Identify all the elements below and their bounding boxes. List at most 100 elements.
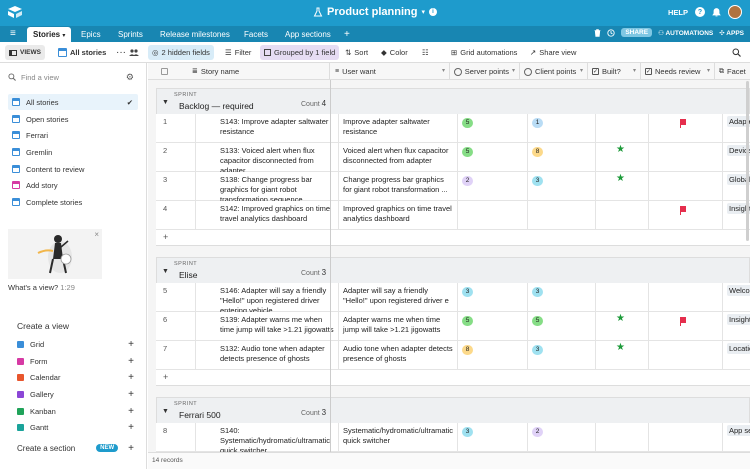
history-icon[interactable]: [607, 28, 615, 37]
cell-facet[interactable]: Location:: [723, 341, 750, 370]
cell-built[interactable]: ★: [596, 143, 649, 172]
tab-facets[interactable]: Facets: [238, 27, 274, 42]
cell-story-name[interactable]: S139: Adapter warns me when time jump wi…: [196, 312, 339, 341]
hamburger-icon[interactable]: ≡: [10, 28, 16, 39]
add-table-button[interactable]: +: [338, 27, 356, 42]
cell-facet[interactable]: Welcome: [723, 283, 750, 312]
create-section-button[interactable]: Create a section NEW +: [17, 441, 134, 455]
tab-app-sections[interactable]: App sections: [279, 27, 337, 42]
cell-needs-review[interactable]: [649, 201, 723, 230]
column-header-server-points[interactable]: Server points ▾: [450, 63, 520, 80]
cell-story-name[interactable]: S140: Systematic/hydromatic/ultramatic q…: [196, 423, 339, 452]
cell-user-want[interactable]: Audio tone when adapter detects presence…: [339, 341, 458, 370]
cell-built[interactable]: ★: [596, 341, 649, 370]
create-form-view[interactable]: Form +: [17, 354, 134, 368]
chevron-down-icon[interactable]: ▾: [633, 63, 636, 80]
cell-story-name[interactable]: S132: Audio tone when adapter detects pr…: [196, 341, 339, 370]
table-row[interactable]: 7 S132: Audio tone when adapter detects p…: [156, 341, 750, 370]
current-view-selector[interactable]: All stories: [54, 45, 110, 60]
table-row[interactable]: 4 S142: Improved graphics on time travel …: [156, 201, 750, 230]
create-kanban-view[interactable]: Kanban +: [17, 404, 134, 418]
cell-needs-review[interactable]: [649, 312, 723, 341]
cell-built[interactable]: [596, 283, 649, 312]
chevron-down-icon[interactable]: ▾: [512, 63, 515, 80]
cell-needs-review[interactable]: [649, 341, 723, 370]
create-grid-view[interactable]: Grid +: [17, 337, 134, 351]
sidebar-view-open-stories[interactable]: Open stories: [8, 111, 138, 127]
chevron-down-icon[interactable]: ▾: [580, 63, 583, 80]
cell-story-name[interactable]: S138: Change progress bar graphics for g…: [196, 172, 339, 201]
cell-server-points[interactable]: 3: [458, 283, 528, 312]
table-row[interactable]: 5 S146: Adapter will say a friendly "Hell…: [156, 283, 750, 312]
apps-button[interactable]: ✣ APPS: [719, 29, 744, 37]
trash-icon[interactable]: [594, 28, 601, 37]
views-toggle-button[interactable]: VIEWS: [5, 45, 45, 60]
vertical-scrollbar[interactable]: [746, 81, 749, 241]
cell-server-points[interactable]: [458, 201, 528, 230]
tab-sprints[interactable]: Sprints: [112, 27, 149, 42]
search-icon[interactable]: [728, 45, 745, 60]
cell-story-name[interactable]: S142: Improved graphics on time travel a…: [196, 201, 339, 230]
cell-user-want[interactable]: Change progress bar graphics for giant r…: [339, 172, 458, 201]
table-row[interactable]: 2 S133: Voiced alert when flux capacitor …: [156, 143, 750, 172]
chevron-down-icon[interactable]: ▾: [707, 63, 710, 80]
sidebar-view-gremlin[interactable]: Gremlin: [8, 144, 138, 160]
view-tutorial-video[interactable]: ×: [8, 229, 102, 279]
tab-epics[interactable]: Epics: [75, 27, 107, 42]
cell-server-points[interactable]: 5: [458, 312, 528, 341]
row-height-icon[interactable]: ☷: [418, 45, 433, 60]
cell-user-want[interactable]: Voiced alert when flux capacitor disconn…: [339, 143, 458, 172]
hidden-fields-button[interactable]: ◎ 2 hidden fields: [148, 45, 214, 60]
cell-user-want[interactable]: Adapter will say a friendly "Hello!" upo…: [339, 283, 458, 312]
collapse-triangle-icon[interactable]: ▼: [162, 408, 169, 415]
cell-user-want[interactable]: Adapter warns me when time jump will tak…: [339, 312, 458, 341]
bell-icon[interactable]: [712, 7, 721, 17]
help-link[interactable]: HELP: [668, 8, 688, 17]
cell-needs-review[interactable]: [649, 143, 723, 172]
create-gantt-view[interactable]: Gantt +: [17, 420, 134, 434]
filter-button[interactable]: ☰ Filter: [221, 45, 255, 60]
column-header-client-points[interactable]: Client points ▾: [520, 63, 588, 80]
cell-built[interactable]: ★: [596, 172, 649, 201]
cell-client-points[interactable]: 3: [528, 172, 596, 201]
cell-client-points[interactable]: [528, 201, 596, 230]
grid-automations-button[interactable]: ⊞ Grid automations: [447, 45, 521, 60]
share-button[interactable]: SHARE: [621, 28, 653, 37]
group-header[interactable]: ▼ SPRINT Elise Count 3: [156, 257, 750, 283]
find-view-search[interactable]: Find a view ⚙: [8, 69, 138, 85]
color-button[interactable]: ◆ Color: [377, 45, 412, 60]
cell-needs-review[interactable]: [649, 423, 723, 452]
cell-built[interactable]: [596, 201, 649, 230]
tab-stories[interactable]: Stories ▾: [27, 27, 72, 42]
info-icon[interactable]: i: [428, 8, 437, 16]
base-title-text[interactable]: Product planning: [327, 6, 417, 18]
cell-client-points[interactable]: 2: [528, 423, 596, 452]
close-icon[interactable]: ×: [94, 230, 99, 239]
cell-needs-review[interactable]: [649, 172, 723, 201]
automations-button[interactable]: ⚇ AUTOMATIONS: [658, 29, 713, 37]
cell-story-name[interactable]: S146: Adapter will say a friendly "Hello…: [196, 283, 339, 312]
collapse-triangle-icon[interactable]: ▼: [162, 99, 169, 106]
sidebar-view-all-stories[interactable]: All stories ✔: [8, 94, 138, 110]
column-header-story-name[interactable]: ≣ Story name: [188, 63, 330, 80]
add-record-row[interactable]: +: [156, 370, 750, 386]
create-gallery-view[interactable]: Gallery +: [17, 387, 134, 401]
column-header-built[interactable]: ✓ Built? ▾: [588, 63, 641, 80]
collaborators-icon[interactable]: [125, 45, 143, 60]
chevron-down-icon[interactable]: ▾: [421, 8, 425, 16]
tutorial-title[interactable]: What's a view?: [8, 283, 58, 292]
group-header[interactable]: ▼ SPRINT Ferrari 500 Count 3: [156, 397, 750, 423]
cell-client-points[interactable]: 8: [528, 143, 596, 172]
chevron-down-icon[interactable]: ▾: [442, 63, 445, 80]
cell-server-points[interactable]: 5: [458, 114, 528, 143]
cell-server-points[interactable]: 3: [458, 423, 528, 452]
cell-built[interactable]: ★: [596, 312, 649, 341]
sidebar-view-content-to-review[interactable]: Content to review: [8, 161, 138, 177]
frozen-column-divider[interactable]: [330, 80, 331, 469]
cell-server-points[interactable]: 8: [458, 341, 528, 370]
add-record-row[interactable]: +: [156, 230, 750, 246]
group-button[interactable]: Grouped by 1 field: [260, 45, 340, 60]
cell-facet[interactable]: Insight: fu: [723, 312, 750, 341]
cell-story-name[interactable]: S143: Improve adapter saltwater resistan…: [196, 114, 339, 143]
create-calendar-view[interactable]: Calendar +: [17, 370, 134, 384]
